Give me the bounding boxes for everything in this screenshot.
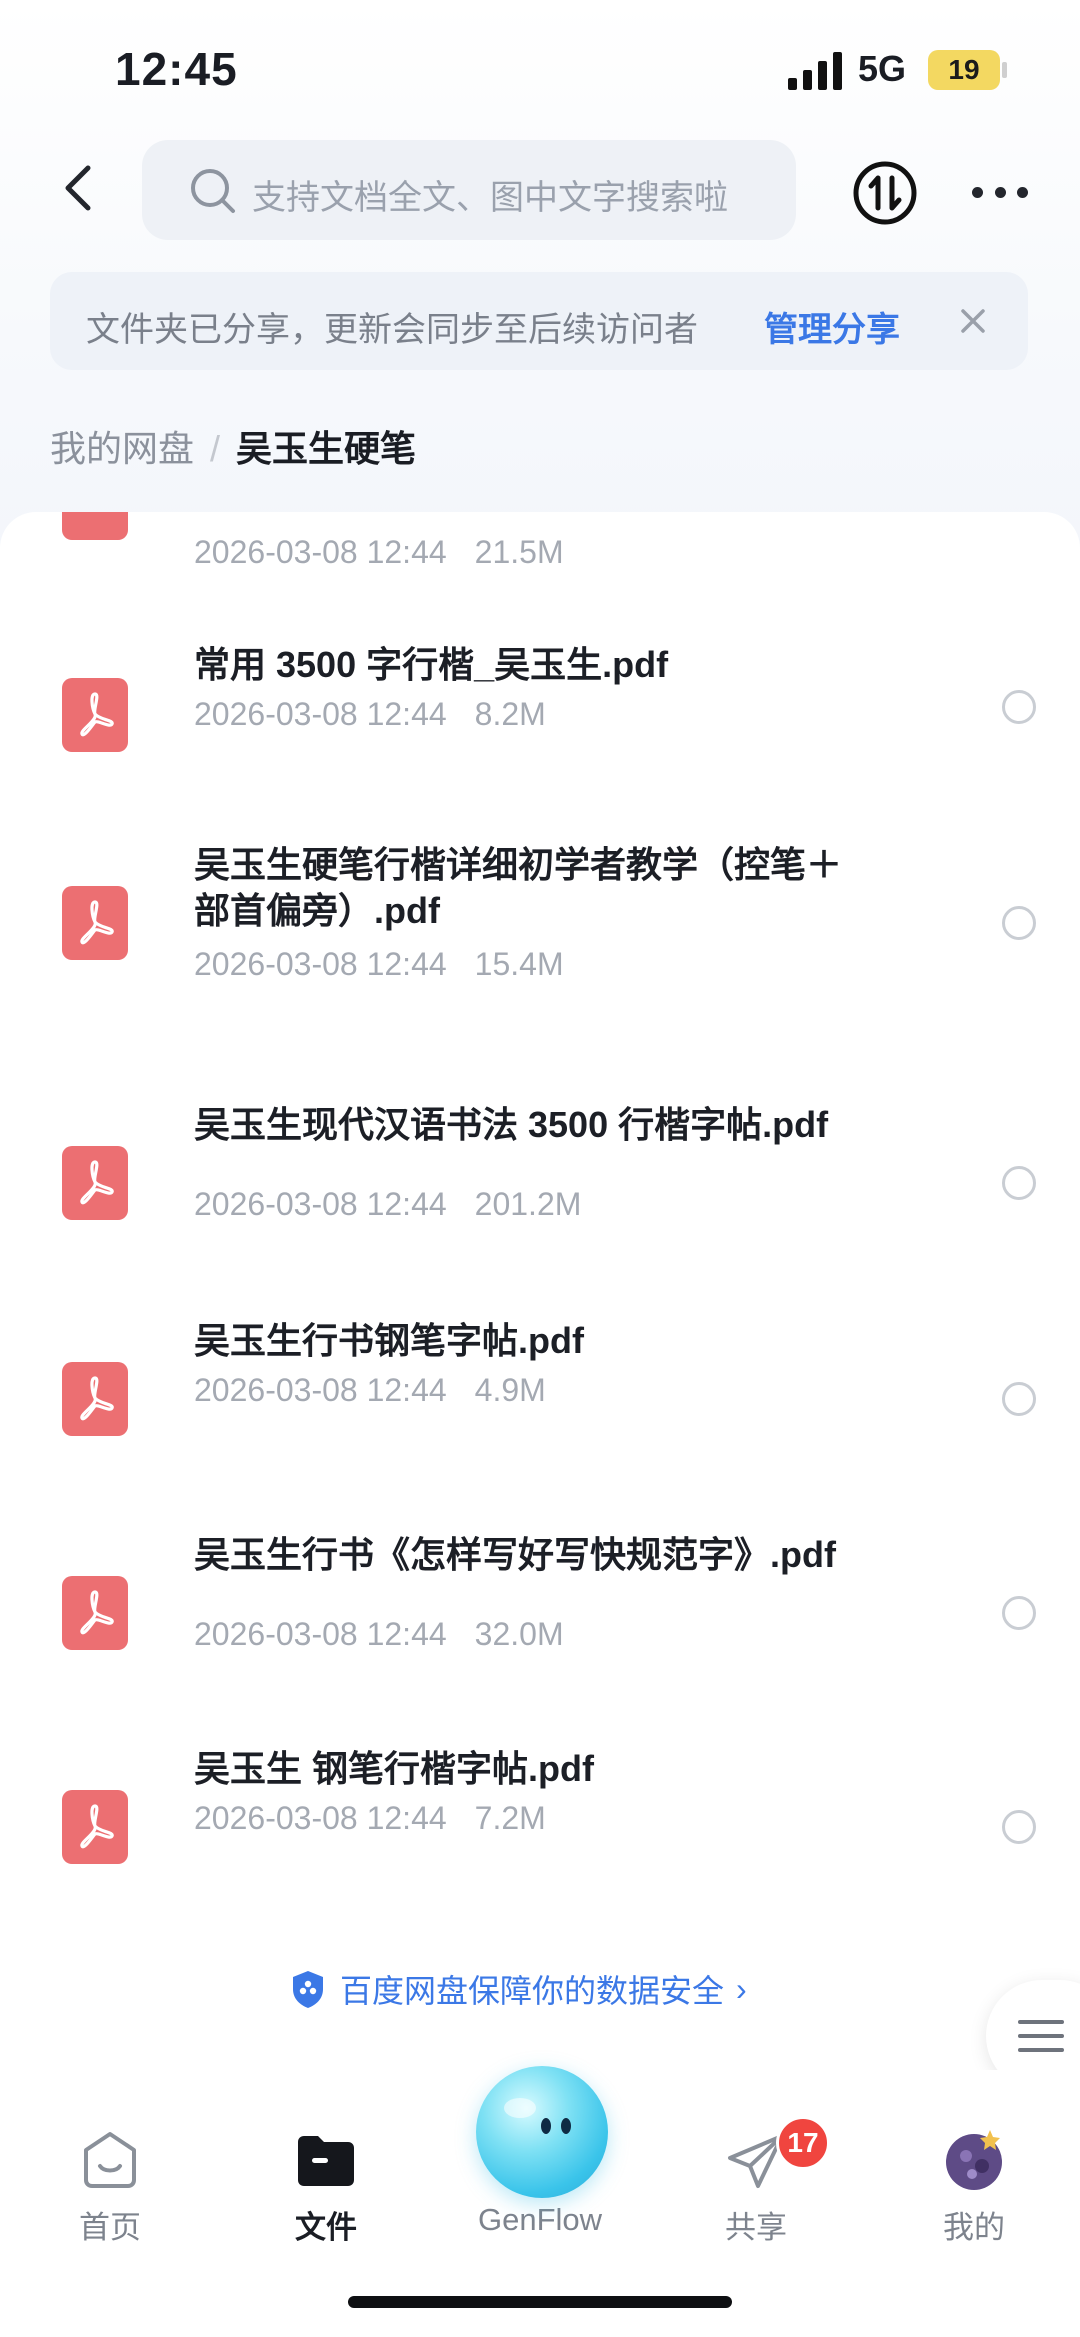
chevron-right-icon: › [736,1970,747,2007]
close-icon[interactable] [950,298,996,344]
file-date: 2026-03-08 12:44 [194,696,447,732]
file-size: 8.2M [474,696,546,732]
tab-me[interactable]: 我的 [894,2070,1054,2270]
file-size: 7.2M [474,1800,546,1836]
menu-icon [1018,2020,1064,2052]
file-size: 32.0M [474,1616,564,1652]
breadcrumb: 我的网盘 / 吴玉生硬笔 [50,420,416,472]
data-safety-link[interactable]: 百度网盘保障你的数据安全 › [290,1966,747,2012]
select-radio[interactable] [1002,1810,1036,1844]
list-item[interactable]: 常用 3500 字行楷_吴玉生.pdf 2026-03-08 12:44 8.2M [0,642,1080,782]
list-item[interactable]: 吴玉生行书《怎样写好写快规范字》.pdf 2026-03-08 12:44 32.… [0,1532,1080,1682]
tab-genflow-label: GenFlow [477,2202,603,2237]
file-name: 吴玉生行书《怎样写好写快规范字》.pdf [194,1534,836,1575]
select-radio[interactable] [1002,1596,1036,1630]
shield-icon [293,1971,323,2008]
breadcrumb-root[interactable]: 我的网盘 [50,428,194,469]
pdf-file-icon [62,1362,128,1436]
tab-home-label: 首页 [79,2210,141,2245]
list-item[interactable]: 吴玉生现代汉语书法 3500 行楷字帖.pdf 2026-03-08 12:44… [0,1102,1080,1252]
file-size: 21.5M [474,534,564,570]
pdf-file-icon [62,1146,128,1220]
share-banner-text: 文件夹已分享，更新会同步至后续访问者 [86,311,698,349]
network-type: 5G [858,48,907,89]
more-options-button[interactable] [972,180,1028,204]
tab-files[interactable]: 文件 [246,2070,406,2270]
dot-icon [972,186,983,198]
tab-files-label: 文件 [295,2210,357,2245]
file-meta: 2026-03-08 12:44 21.5M [194,534,564,571]
battery-cap [1002,62,1007,78]
file-meta: 2026-03-08 12:44 32.0M [194,1616,564,1653]
share-banner: 文件夹已分享，更新会同步至后续访问者 管理分享 [50,272,1028,370]
select-radio[interactable] [1002,906,1036,940]
transfer-icon[interactable] [852,160,918,226]
file-name: 常用 3500 字行楷_吴玉生.pdf [194,644,669,685]
home-indicator [348,2296,732,2308]
file-name: 吴玉生现代汉语书法 3500 行楷字帖.pdf [194,1104,829,1145]
dot-icon [994,186,1006,198]
file-date: 2026-03-08 12:44 [194,534,447,570]
home-icon [84,2132,136,2188]
breadcrumb-current: 吴玉生硬笔 [236,428,417,469]
file-size: 4.9M [474,1372,546,1408]
signal-icon [788,52,842,90]
tab-me-label: 我的 [943,2210,1005,2245]
select-radio[interactable] [1002,690,1036,724]
dot-icon [1017,186,1028,198]
search-input[interactable]: 支持文档全文、图中文字搜索啦 [142,140,796,240]
file-meta: 2026-03-08 12:44 15.4M [194,946,564,983]
genflow-orb[interactable] [476,2066,608,2198]
search-icon [191,169,235,213]
list-item[interactable]: 吴玉生行书钢笔字帖.pdf 2026-03-08 12:44 4.9M [0,1318,1080,1458]
file-meta: 2026-03-08 12:44 4.9M [194,1372,546,1409]
file-date: 2026-03-08 12:44 [194,1186,447,1222]
status-bar: 12:45 5G 19 [0,0,1080,130]
pdf-file-icon [62,512,128,540]
file-size: 201.2M [474,1186,582,1222]
file-size: 15.4M [474,946,564,982]
file-meta: 2026-03-08 12:44 7.2M [194,1800,546,1837]
pdf-file-icon [62,1576,128,1650]
share-notification-badge: 17 [776,2116,830,2170]
file-name: 吴玉生行书钢笔字帖.pdf [194,1320,584,1361]
pdf-file-icon [62,678,128,752]
file-date: 2026-03-08 12:44 [194,1616,447,1652]
file-name: 吴玉生 钢笔行楷字帖.pdf [194,1748,594,1789]
pdf-file-icon [62,886,128,960]
file-name: 吴玉生硬笔行楷详细初学者教学（控笔＋部首偏旁）.pdf [194,844,843,931]
back-button[interactable] [50,158,110,218]
folder-icon [298,2136,354,2186]
file-list: 2026-03-08 12:44 21.5M 常用 3500 字行楷_吴玉生.pd… [0,512,1080,2092]
file-date: 2026-03-08 12:44 [194,1372,447,1408]
list-item[interactable]: 2026-03-08 12:44 21.5M [0,512,1080,582]
file-date: 2026-03-08 12:44 [194,946,447,982]
list-item[interactable]: 吴玉生硬笔行楷详细初学者教学（控笔＋部首偏旁）.pdf 2026-03-08 1… [0,842,1080,1002]
manage-share-link[interactable]: 管理分享 [764,302,900,351]
tab-share-label: 共享 [725,2210,787,2245]
file-meta: 2026-03-08 12:44 8.2M [194,696,546,733]
genflow-face-icon [504,2098,571,2134]
select-radio[interactable] [1002,1166,1036,1200]
pdf-file-icon [62,1790,128,1864]
breadcrumb-separator: / [210,428,221,469]
search-placeholder: 支持文档全文、图中文字搜索啦 [252,179,728,217]
select-radio[interactable] [1002,1382,1036,1416]
battery-indicator: 19 [928,50,1000,90]
list-item[interactable]: 吴玉生 钢笔行楷字帖.pdf 2026-03-08 12:44 7.2M [0,1746,1080,1886]
status-time: 12:45 [115,43,238,95]
tab-share[interactable]: 共享 [676,2070,836,2270]
file-date: 2026-03-08 12:44 [194,1800,447,1836]
tab-home[interactable]: 首页 [30,2070,190,2270]
file-meta: 2026-03-08 12:44 201.2M [194,1186,581,1223]
data-safety-text: 百度网盘保障你的数据安全 [340,1973,725,2009]
avatar [946,2130,1002,2190]
